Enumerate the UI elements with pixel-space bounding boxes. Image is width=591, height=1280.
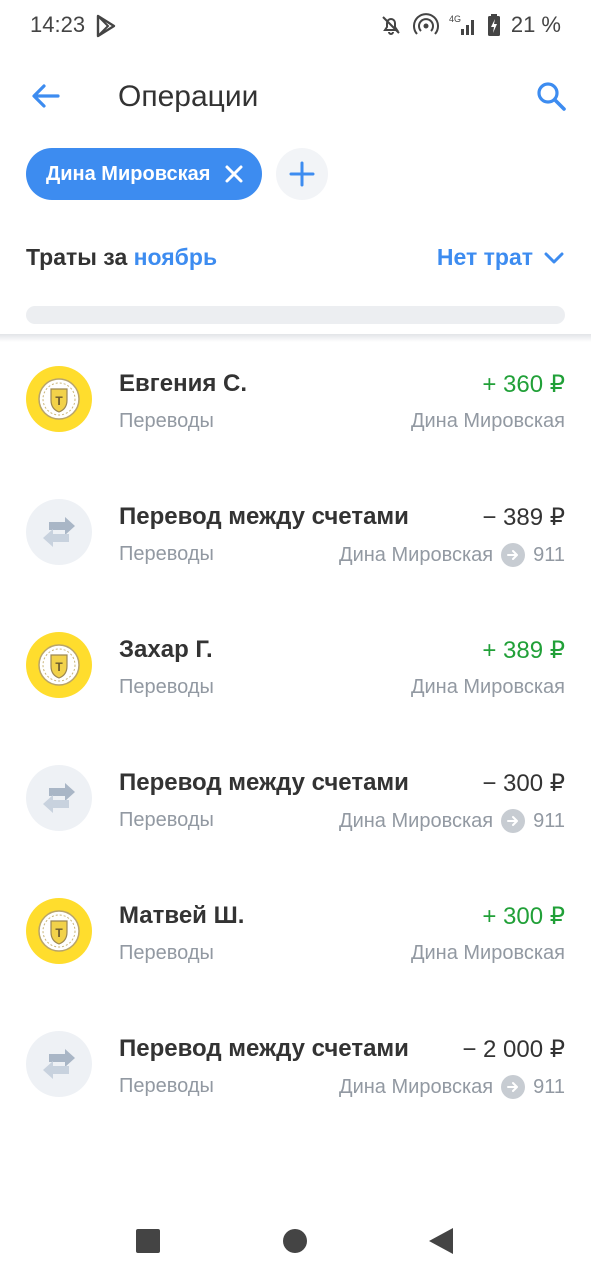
operation-account: Дина Мировская 911 [339,543,565,567]
operation-name: Перевод между счетами [119,769,409,796]
operation-name: Матвей Ш. [119,902,245,929]
svg-text:4G: 4G [449,14,461,24]
battery-icon [487,13,501,37]
target-account: 911 [533,1075,565,1098]
operation-row[interactable]: Перевод между счетами − 389 ₽ Переводы Дина… [0,466,591,599]
hotspot-icon [412,13,439,37]
spend-summary: Траты за ноябрь Нет трат [26,240,565,280]
signal-4g-icon: 4G [449,13,477,37]
source-account: Дина Мировская [410,676,565,698]
spend-label-text: Траты за [26,244,128,270]
source-account: Дина Мировская [410,942,565,964]
operation-name: Евгения С. [119,370,248,397]
arrow-right-icon [501,809,526,833]
operation-amount: − 2 000 ₽ [462,1036,565,1063]
transfer-arrows-icon [26,765,92,831]
page-title: Операции [118,80,259,113]
bank-logo-icon: Т [26,898,92,964]
plus-icon [289,161,315,187]
operation-category: Переводы [119,942,214,964]
operation-account: Дина Мировская [411,942,565,965]
add-filter-button[interactable] [276,148,329,200]
operation-row[interactable]: Т Евгения С. + 360 ₽ Переводы Дина Мировская [0,336,591,466]
system-nav-bar [0,1200,591,1280]
operation-category: Переводы [119,410,214,432]
operation-category: Переводы [119,676,214,698]
chevron-down-icon [544,252,564,263]
arrow-right-icon [501,543,526,567]
operation-amount: − 300 ₽ [482,770,565,797]
search-icon [537,82,566,111]
transfer-arrows-icon [26,1031,92,1097]
spend-status: Нет трат [436,244,533,270]
operation-row[interactable]: Перевод между счетами − 300 ₽ Переводы Дина… [0,732,591,865]
bank-logo-icon: Т [26,632,92,698]
operation-category: Переводы [119,1075,214,1097]
svg-text:Т: Т [55,394,63,408]
svg-text:Т: Т [55,926,63,940]
source-account: Дина Мировская [339,809,494,832]
month-selector[interactable]: ноябрь [134,244,217,270]
back-triangle-icon[interactable] [429,1228,453,1254]
operations-list[interactable]: Т Переводы Дина Мировская Т Евгения С. + 360 … [0,336,591,1186]
mute-notifications-icon [379,13,403,37]
source-account: Дина Мировская [410,410,565,432]
operation-amount: − 389 ₽ [482,504,565,531]
spend-label: Траты за ноябрь [26,244,217,271]
header-shadow [0,334,591,342]
spend-status-dropdown[interactable]: Нет трат [437,244,565,271]
operation-amount: + 300 ₽ [482,903,565,930]
operation-account: Дина Мировская [411,410,565,433]
battery-percent: 21 % [510,12,561,37]
search-button[interactable] [533,78,569,114]
recents-square-icon[interactable] [136,1229,160,1253]
chip-label: Дина Мировская [46,162,211,185]
operation-row[interactable]: Т Захар Г. + 389 ₽ Переводы Дина Мировская [0,599,591,732]
operation-row[interactable]: Перевод между счетами − 2 000 ₽ Переводы Ди… [0,998,591,1131]
bank-logo-icon: Т [26,366,92,432]
home-circle-icon[interactable] [283,1229,307,1253]
operation-amount: + 389 ₽ [482,637,565,664]
operation-row[interactable]: Т Матвей Ш. + 300 ₽ Переводы Дина Мировская [0,865,591,998]
operation-amount: + 360 ₽ [482,371,565,398]
svg-text:Т: Т [55,660,63,674]
operation-account: Дина Мировская [411,676,565,699]
operation-name: Перевод между счетами [119,1035,409,1062]
source-account: Дина Мировская [339,543,494,566]
transfer-arrows-icon [26,499,92,565]
arrow-right-icon [501,1075,526,1099]
close-icon[interactable] [224,164,244,184]
operation-name: Захар Г. [119,636,213,663]
target-account: 911 [533,543,565,566]
operation-name: Перевод между счетами [119,503,409,530]
operation-account: Дина Мировская 911 [339,809,565,833]
operation-category: Переводы [119,543,214,565]
operation-category: Переводы [119,809,214,831]
account-filter-chip[interactable]: Дина Мировская [26,148,263,200]
play-store-icon [95,14,117,43]
status-bar: 14:23 4G 21 % [0,0,591,52]
source-account: Дина Мировская [339,1075,494,1098]
target-account: 911 [533,809,565,832]
status-time: 14:23 [30,12,86,37]
back-button[interactable] [28,78,64,114]
filter-row: Дина Мировская [26,148,329,200]
app-header: Операции [0,60,591,136]
spend-progress-bar [26,306,565,324]
status-icons: 4G 21 % [379,12,561,38]
arrow-left-icon [32,84,60,108]
operation-account: Дина Мировская 911 [339,1075,565,1099]
